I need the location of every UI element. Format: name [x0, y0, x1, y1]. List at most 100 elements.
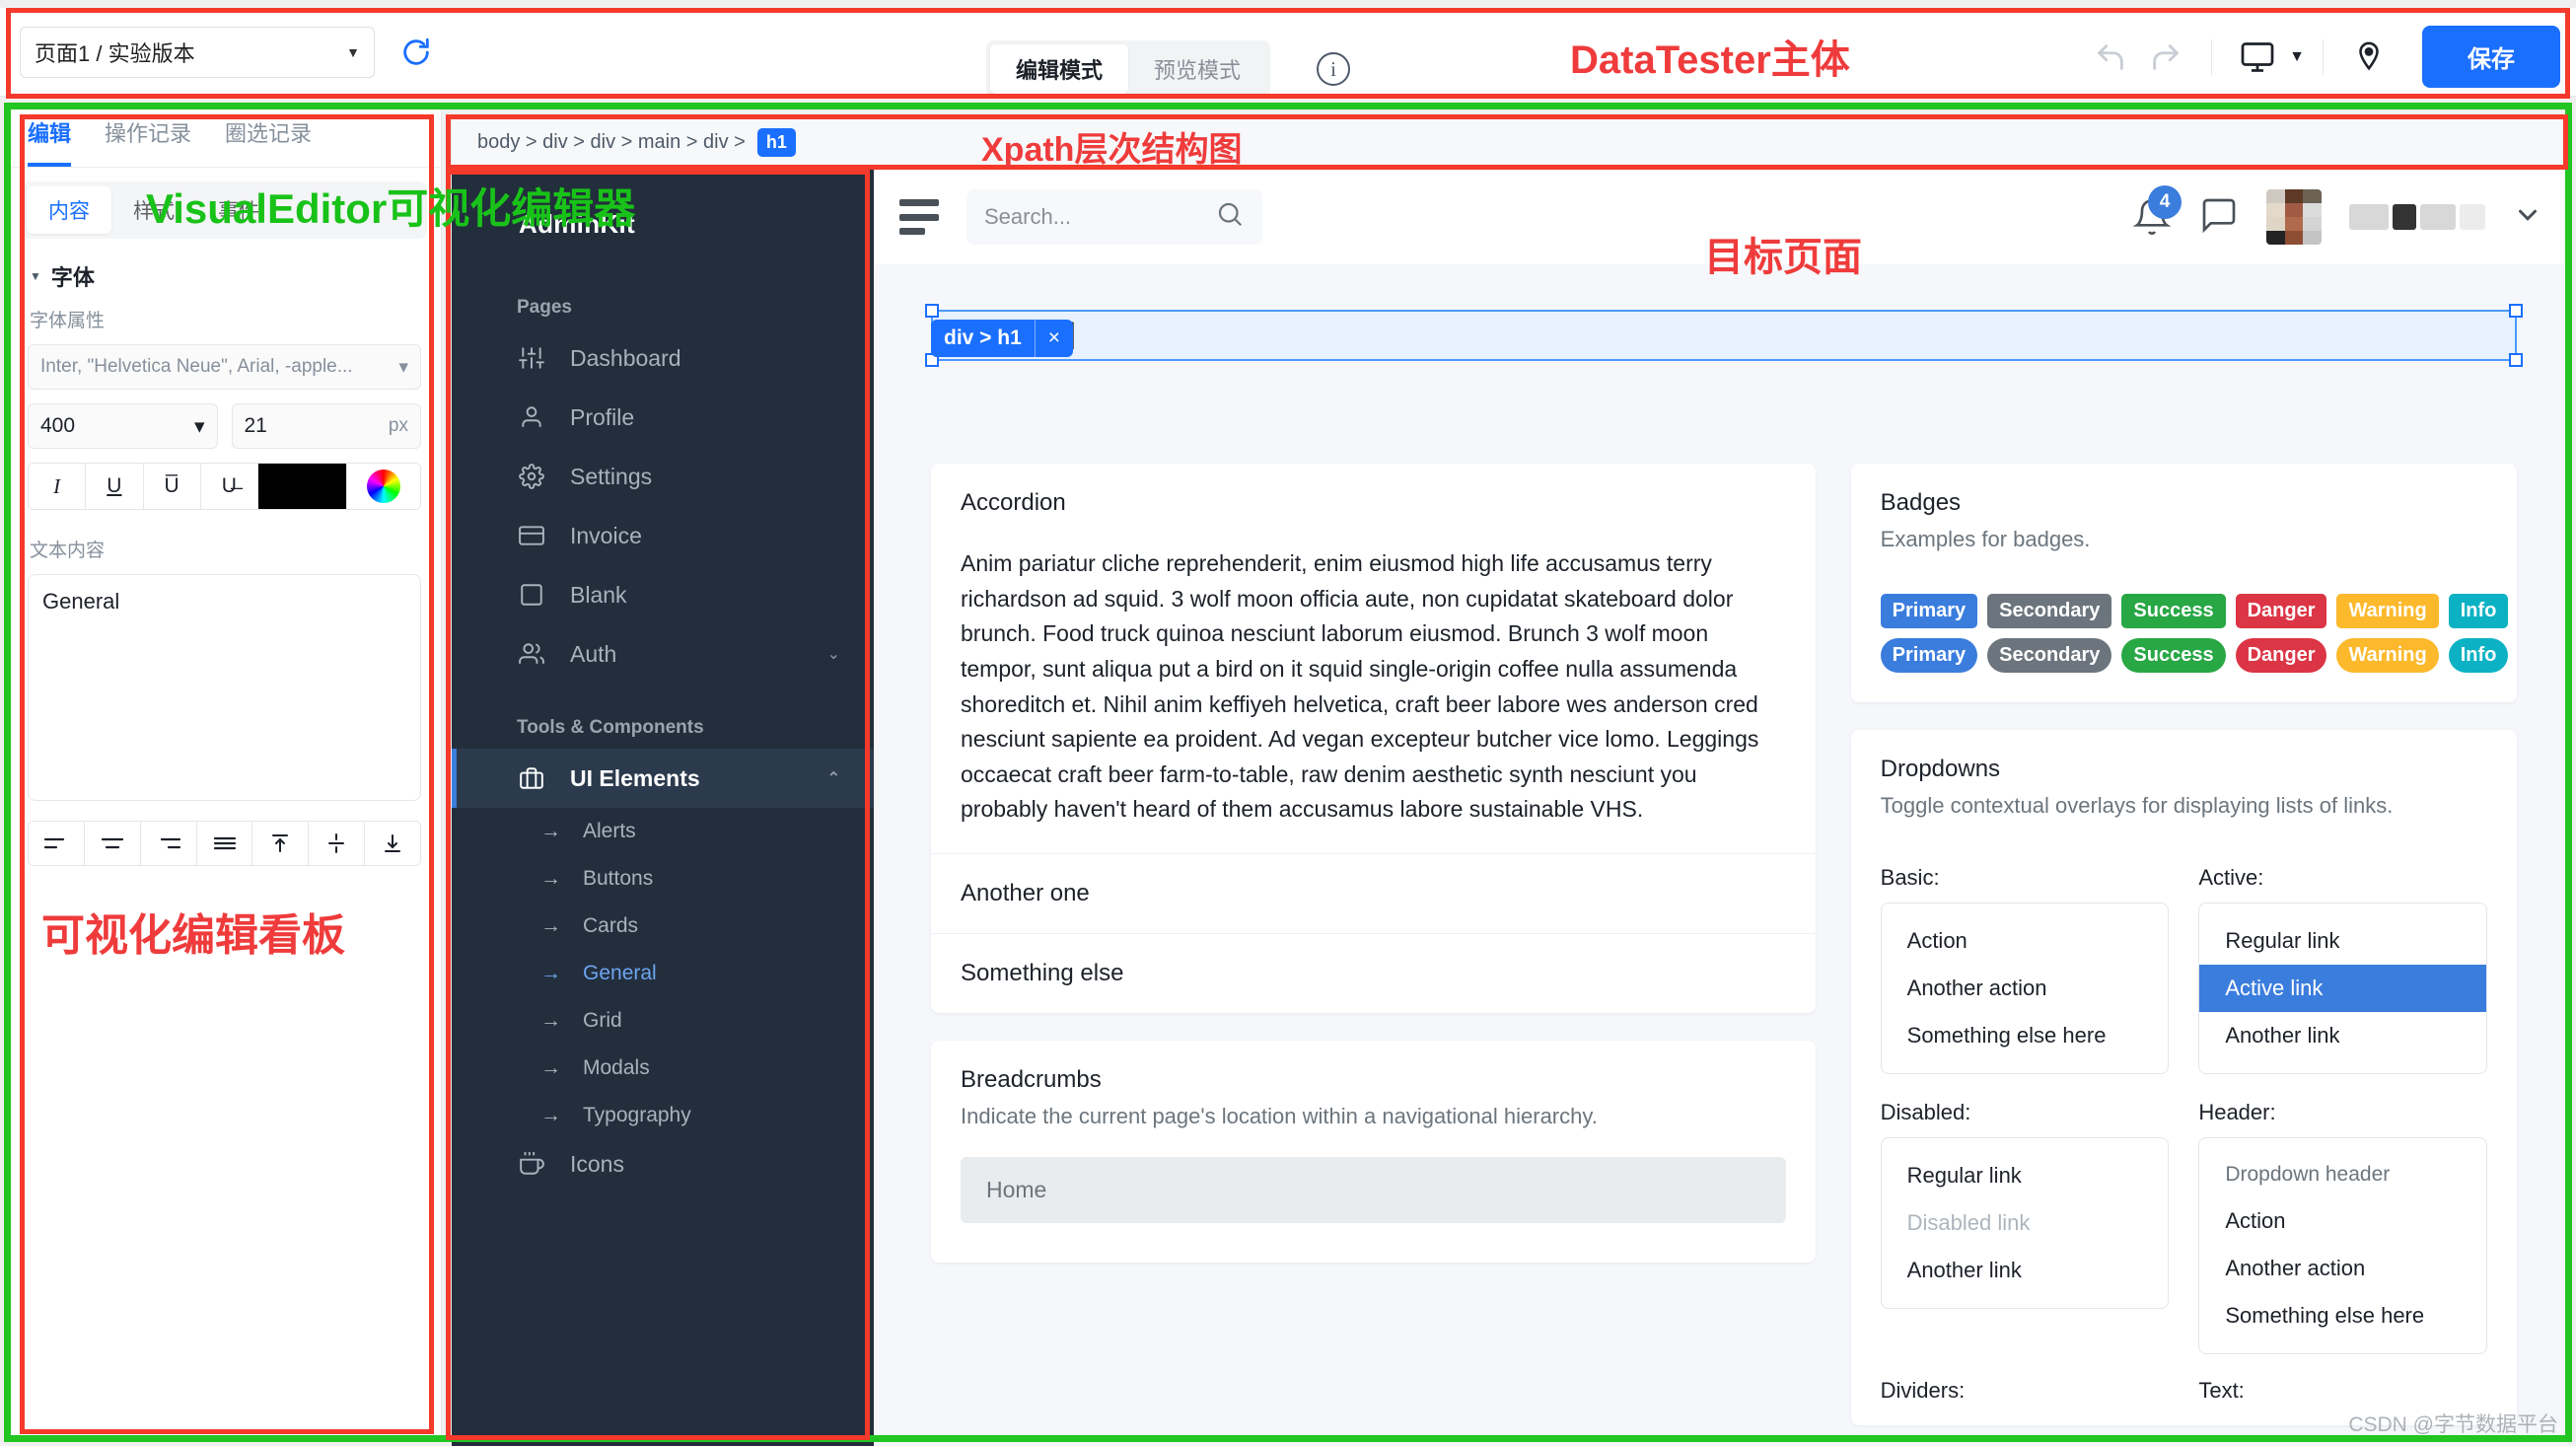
mode-switch: 编辑模式 预览模式: [986, 40, 1271, 98]
align-justify-icon[interactable]: [196, 822, 253, 865]
notifications-button[interactable]: 4: [2132, 185, 2182, 237]
menu-item[interactable]: Action: [1882, 917, 2169, 965]
status-badge[interactable]: Success: [2121, 637, 2226, 673]
resize-handle-tl[interactable]: [925, 304, 939, 318]
menu-item[interactable]: Another link: [2199, 1012, 2486, 1059]
breadcrumb[interactable]: Home: [961, 1156, 1786, 1223]
card-title: Breadcrumbs: [961, 1066, 1102, 1094]
save-button[interactable]: 保存: [2422, 26, 2560, 88]
sidebar-item-profile[interactable]: Profile: [452, 388, 874, 447]
sidebar-item-settings[interactable]: Settings: [452, 447, 874, 506]
tab-edit[interactable]: 编辑: [28, 116, 72, 167]
sidebar-subitem-alerts[interactable]: → Alerts: [452, 808, 874, 855]
menu-item[interactable]: Something else here: [1882, 1012, 2169, 1059]
status-badge[interactable]: Danger: [2235, 637, 2327, 673]
dropdowns-card: Dropdowns Toggle contextual overlays for…: [1850, 729, 2517, 1426]
segment-style[interactable]: 样式: [111, 186, 196, 234]
resize-handle-tr[interactable]: [2509, 304, 2523, 318]
sidebar-subitem-grid[interactable]: → Grid: [452, 997, 874, 1045]
refresh-icon[interactable]: [396, 33, 436, 72]
card-subtitle: Examples for badges.: [1880, 527, 2091, 551]
text-content-input[interactable]: General: [28, 574, 421, 801]
messages-button[interactable]: [2199, 195, 2239, 240]
text-color-swatch[interactable]: [258, 464, 347, 509]
status-badge[interactable]: Success: [2121, 593, 2226, 628]
location-pin-icon[interactable]: [2341, 30, 2397, 85]
align-top-icon[interactable]: [252, 822, 310, 865]
status-badge[interactable]: Warning: [2336, 593, 2439, 628]
undo-icon[interactable]: [2083, 30, 2138, 85]
color-picker-button[interactable]: [347, 464, 420, 509]
sidebar-subitem-cards[interactable]: → Cards: [452, 903, 874, 950]
font-size-input[interactable]: 21 px: [231, 403, 421, 449]
sidebar-item-dashboard[interactable]: Dashboard: [452, 328, 874, 388]
status-badge[interactable]: Primary: [1880, 593, 1978, 628]
chevron-down-icon: ▼: [346, 43, 360, 60]
align-center-icon[interactable]: [84, 822, 141, 865]
hamburger-icon[interactable]: [899, 199, 945, 235]
menu-item[interactable]: Another action: [1882, 965, 2169, 1012]
status-badge[interactable]: Danger: [2235, 593, 2327, 628]
menu-item[interactable]: Regular link: [2199, 917, 2486, 965]
tab-selection-log[interactable]: 圈选记录: [225, 116, 312, 167]
divider: [2323, 38, 2324, 75]
accordion-header[interactable]: Accordion: [931, 464, 1816, 523]
align-bottom-icon[interactable]: [365, 822, 420, 865]
align-right-icon[interactable]: [140, 822, 197, 865]
xpath-current-node[interactable]: h1: [756, 127, 796, 157]
page-version-select[interactable]: 页面1 / 实验版本 ▼: [20, 26, 375, 78]
menu-item[interactable]: Another link: [1882, 1247, 2169, 1294]
overline-button[interactable]: U̅: [143, 464, 201, 509]
underline-button[interactable]: U: [86, 464, 144, 509]
status-badge[interactable]: Secondary: [1987, 637, 2112, 673]
avatar[interactable]: [2266, 189, 2322, 245]
menu-item[interactable]: Another action: [2199, 1245, 2486, 1292]
status-badge[interactable]: Warning: [2336, 637, 2439, 673]
breadcrumb-item-home[interactable]: Home: [986, 1177, 1046, 1202]
accordion-item-something-else[interactable]: Something else: [931, 933, 1816, 1013]
tab-operation-log[interactable]: 操作记录: [105, 116, 191, 167]
selected-heading[interactable]: General: [925, 304, 2523, 367]
search-input[interactable]: Search...: [966, 189, 1262, 245]
status-badge[interactable]: Primary: [1880, 637, 1978, 673]
sidebar-item-blank[interactable]: Blank: [452, 565, 874, 624]
menu-item[interactable]: Regular link: [1882, 1152, 2169, 1199]
tab-preview-mode[interactable]: 预览模式: [1128, 44, 1266, 94]
sidebar-item-ui-elements[interactable]: UI Elements ⌃: [452, 749, 874, 808]
segment-event[interactable]: 事件: [196, 186, 281, 234]
status-badge[interactable]: Secondary: [1987, 593, 2112, 628]
alignment-toolbar: [28, 821, 421, 866]
font-family-select[interactable]: Inter, "Helvetica Neue", Arial, -apple..…: [28, 344, 421, 390]
chevron-down-icon[interactable]: [2513, 200, 2542, 235]
monitor-icon[interactable]: [2230, 30, 2285, 85]
menu-item[interactable]: Something else here: [2199, 1292, 2486, 1339]
menu-item-active[interactable]: Active link: [2199, 965, 2487, 1013]
resize-handle-br[interactable]: [2509, 353, 2523, 367]
breadcrumbs-card: Breadcrumbs Indicate the current page's …: [931, 1041, 1816, 1263]
sidebar-item-auth[interactable]: Auth ⌄: [452, 624, 874, 684]
sidebar-subitem-general[interactable]: → General: [452, 950, 874, 997]
status-badge[interactable]: Info: [2448, 593, 2509, 628]
dropdown-menu-disabled: Regular link Disabled link Another link: [1880, 1137, 2170, 1310]
sidebar-subitem-modals[interactable]: → Modals: [452, 1045, 874, 1092]
chevron-down-icon[interactable]: ▼: [2289, 48, 2305, 66]
menu-item[interactable]: Action: [2199, 1197, 2486, 1245]
sidebar-subitem-buttons[interactable]: → Buttons: [452, 855, 874, 903]
align-left-icon[interactable]: [29, 822, 85, 865]
status-badge[interactable]: Info: [2448, 637, 2509, 673]
align-middle-icon[interactable]: [309, 822, 366, 865]
redo-icon[interactable]: [2138, 30, 2193, 85]
info-icon[interactable]: i: [1317, 52, 1350, 86]
sidebar-item-invoice[interactable]: Invoice: [452, 506, 874, 565]
sidebar-subitem-typography[interactable]: → Typography: [452, 1092, 874, 1139]
xpath-breadcrumb[interactable]: body > div > div > main > div > h1: [452, 116, 2568, 168]
strikethrough-button[interactable]: U̶: [200, 464, 258, 509]
font-weight-select[interactable]: 400 ▾: [28, 403, 218, 449]
close-icon[interactable]: ×: [1034, 320, 1073, 357]
segment-content[interactable]: 内容: [27, 186, 111, 234]
tab-edit-mode[interactable]: 编辑模式: [990, 44, 1129, 94]
sidebar-item-icons[interactable]: Icons: [452, 1139, 874, 1193]
accordion-item-another-one[interactable]: Another one: [931, 853, 1816, 933]
italic-button[interactable]: I: [29, 464, 87, 509]
font-section-header[interactable]: ▼ 字体: [8, 239, 441, 300]
